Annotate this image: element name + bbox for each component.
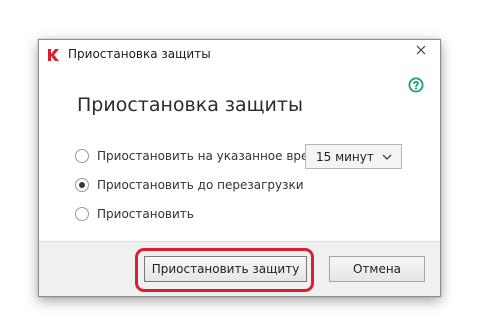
option-pause[interactable]: Приостановить	[75, 205, 194, 223]
kaspersky-logo-icon	[48, 49, 59, 61]
option-label: Приостановить	[97, 207, 194, 221]
pause-protection-button[interactable]: Приостановить защиту	[144, 256, 307, 282]
window-title: Приостановка защиты	[68, 47, 211, 61]
page-title: Приостановка защиты	[77, 94, 303, 116]
option-label: Приостановить до перезагрузки	[97, 178, 304, 192]
close-button[interactable]	[406, 41, 436, 59]
chevron-down-icon	[382, 154, 392, 160]
title-bar: Приостановка защиты	[39, 40, 440, 69]
pause-protection-dialog: Приостановка защиты Приостановка защиты …	[38, 39, 441, 297]
help-icon[interactable]	[408, 77, 424, 93]
radio-pause-until-restart[interactable]	[75, 178, 89, 192]
cancel-button[interactable]: Отмена	[329, 256, 425, 282]
close-icon	[416, 45, 426, 55]
duration-select[interactable]: 15 минут	[305, 144, 402, 169]
option-pause-for-time[interactable]: Приостановить на указанное время	[75, 147, 325, 165]
radio-pause-for-time[interactable]	[75, 149, 89, 163]
option-label: Приостановить на указанное время	[97, 149, 325, 163]
option-pause-until-restart[interactable]: Приостановить до перезагрузки	[75, 176, 304, 194]
duration-select-value: 15 минут	[316, 149, 374, 164]
radio-pause[interactable]	[75, 207, 89, 221]
